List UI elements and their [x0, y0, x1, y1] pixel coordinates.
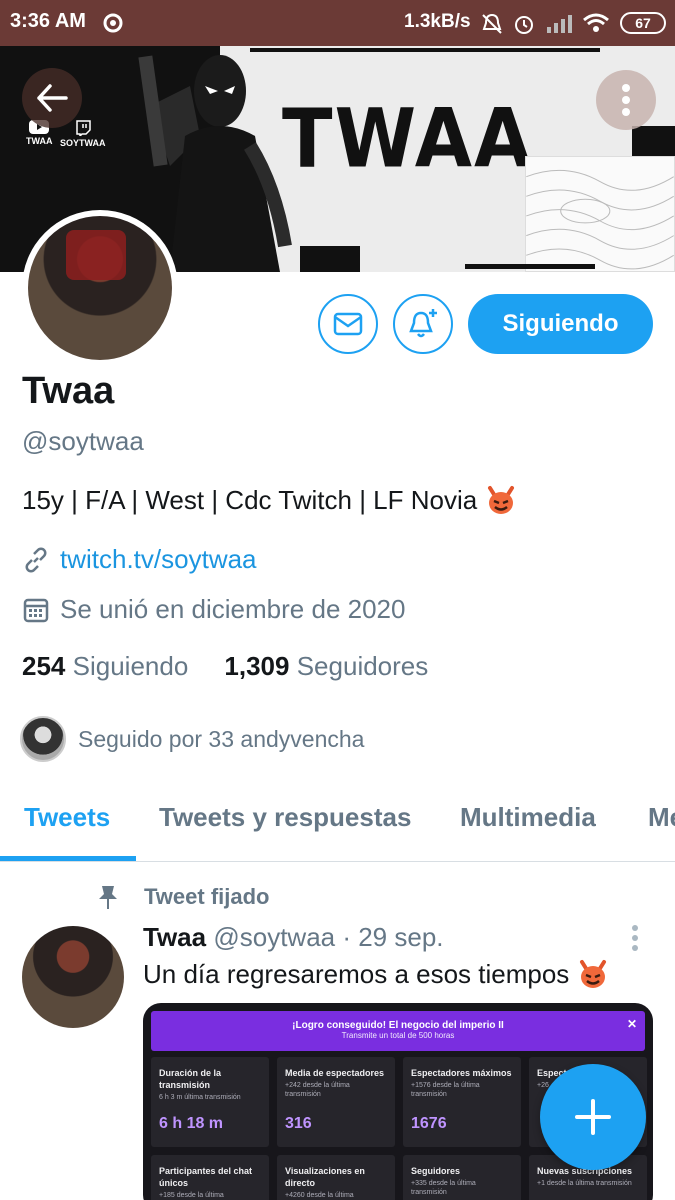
profile-website[interactable]: twitch.tv/soytwaa [22, 544, 257, 575]
arrow-left-icon [37, 84, 68, 112]
tab-media[interactable]: Multimedia [460, 802, 596, 833]
back-button[interactable] [22, 68, 82, 128]
devil-emoji-icon [580, 960, 607, 988]
calendar-icon [22, 596, 50, 624]
tweet-header: Twaa @soytwaa · 29 sep. [143, 922, 444, 953]
mute-icon [480, 13, 504, 39]
profile-bio: 15y | F/A | West | Cdc Twitch | LF Novia [22, 484, 517, 516]
stat-sub: +1576 desde la última transmisión [411, 1082, 480, 1098]
followers-count: 1,309 [224, 651, 290, 681]
stat-sub: +4260 desde la última [285, 1192, 354, 1199]
stat-card: Media de espectadores +242 desde la últi… [277, 1057, 395, 1147]
stat-title: Espectadores máximos [411, 1068, 512, 1078]
tab-tweets-replies[interactable]: Tweets y respuestas [159, 802, 411, 833]
stat-sub: +335 desde la última transmisión [411, 1180, 476, 1196]
stat-title: Participantes del chat únicos [159, 1166, 253, 1188]
status-bar: 3:36 AM 1.3kB/s 67 [0, 0, 675, 46]
stat-card: Duración de la transmisión 6 h 3 m últim… [151, 1057, 269, 1147]
follow-counts: 254 Siguiendo 1,309 Seguidores [22, 651, 428, 682]
stat-title: Duración de la transmisión [159, 1068, 222, 1090]
link-icon [22, 546, 50, 574]
compose-tweet-button[interactable] [540, 1064, 646, 1170]
stat-sub: +242 desde la última transmisión [285, 1082, 350, 1098]
pinned-text: Tweet fijado [144, 884, 270, 909]
tweet-more-button[interactable] [630, 924, 640, 956]
status-time: 3:36 AM [10, 10, 86, 32]
message-button[interactable] [318, 294, 378, 354]
more-vertical-icon [622, 84, 630, 116]
banner-social-label-1: TWAA [26, 136, 53, 146]
tweet-author-name[interactable]: Twaa [143, 922, 206, 952]
stat-card: Seguidores +335 desde la última transmis… [403, 1155, 521, 1200]
followers-label: Seguidores [296, 651, 429, 681]
banner-social-twitch: SOYTWAA [60, 120, 106, 148]
stat-sub: 6 h 3 m última transmisión [159, 1094, 241, 1101]
notification-icon [103, 13, 123, 37]
tweet-author-avatar[interactable] [22, 926, 124, 1028]
stat-card: Participantes del chat únicos +185 desde… [151, 1155, 269, 1200]
media-subtitle: Transmite un total de 500 horas [341, 1031, 455, 1040]
followed-by-text: Seguido por 33 andyvencha [78, 725, 365, 752]
more-vertical-icon [632, 925, 638, 951]
network-speed: 1.3kB/s [404, 11, 471, 32]
battery-indicator: 67 [620, 12, 666, 34]
following-count: 254 [22, 651, 66, 681]
bell-plus-icon [409, 309, 437, 338]
wifi-icon [582, 13, 610, 37]
following-button[interactable]: Siguiendo [468, 294, 653, 354]
stat-sub: +1 desde la última transmisión [537, 1180, 632, 1187]
profile-avatar[interactable] [22, 210, 178, 366]
banner-social-label-2: SOYTWAA [60, 138, 106, 148]
stat-value: 316 [285, 1115, 312, 1132]
more-options-button[interactable] [596, 70, 656, 130]
twitch-icon [76, 120, 91, 138]
banner-bottom-line [465, 264, 595, 269]
signal-icon [546, 13, 572, 37]
plus-icon [575, 1099, 611, 1135]
joined-text: Se unió en diciembre de 2020 [60, 594, 406, 624]
stat-title: Seguidores [411, 1166, 461, 1176]
avatar-image [28, 216, 172, 360]
close-icon: ✕ [626, 1017, 637, 1031]
banner-title: TWAA [282, 91, 534, 187]
stat-sub: +185 desde la última [159, 1192, 224, 1199]
tweet-body: Un día regresaremos a esos tiempos [143, 958, 570, 989]
pin-icon [99, 886, 117, 909]
stat-card: Visualizaciones en directo +4260 desde l… [277, 1155, 395, 1200]
stat-value: 1676 [411, 1115, 447, 1132]
stat-card: Espectadores máximos +1576 desde la últi… [403, 1057, 521, 1147]
following-count-link[interactable]: 254 Siguiendo [22, 651, 188, 681]
mail-icon [333, 312, 363, 336]
active-tab-indicator [0, 856, 136, 861]
tweet-text: Un día regresaremos a esos tiempos [143, 958, 609, 990]
profile-name: Twaa [22, 370, 115, 412]
tab-likes[interactable]: Me [648, 802, 675, 833]
tab-tweets[interactable]: Tweets [24, 802, 110, 833]
stat-title: Visualizaciones en directo [285, 1166, 365, 1188]
profile-handle: @soytwaa [22, 426, 144, 456]
followed-by[interactable]: Seguido por 33 andyvencha [20, 716, 364, 762]
banner-topo-pattern [525, 156, 675, 272]
followed-by-avatar [20, 716, 66, 762]
following-label: Siguiendo [72, 651, 189, 681]
devil-emoji-icon [488, 486, 515, 514]
pinned-label: Tweet fijado [96, 884, 270, 910]
alarm-icon [512, 13, 536, 39]
website-link[interactable]: twitch.tv/soytwaa [60, 544, 257, 575]
tweet-handle-date: @soytwaa · 29 sep. [213, 922, 444, 952]
banner-bottom-block [300, 246, 360, 272]
profile-joined: Se unió en diciembre de 2020 [22, 594, 405, 625]
followers-count-link[interactable]: 1,309 Seguidores [224, 651, 428, 681]
notifications-button[interactable] [393, 294, 453, 354]
media-title: ¡Logro conseguido! El negocio del imperi… [292, 1020, 504, 1031]
media-achievement-banner: ¡Logro conseguido! El negocio del imperi… [151, 1011, 645, 1051]
stat-title: Media de espectadores [285, 1068, 385, 1078]
bio-text: 15y | F/A | West | Cdc Twitch | LF Novia [22, 484, 478, 515]
profile-tabs: Tweets Tweets y respuestas Multimedia Me [0, 790, 675, 862]
stat-value: 6 h 18 m [159, 1115, 224, 1132]
